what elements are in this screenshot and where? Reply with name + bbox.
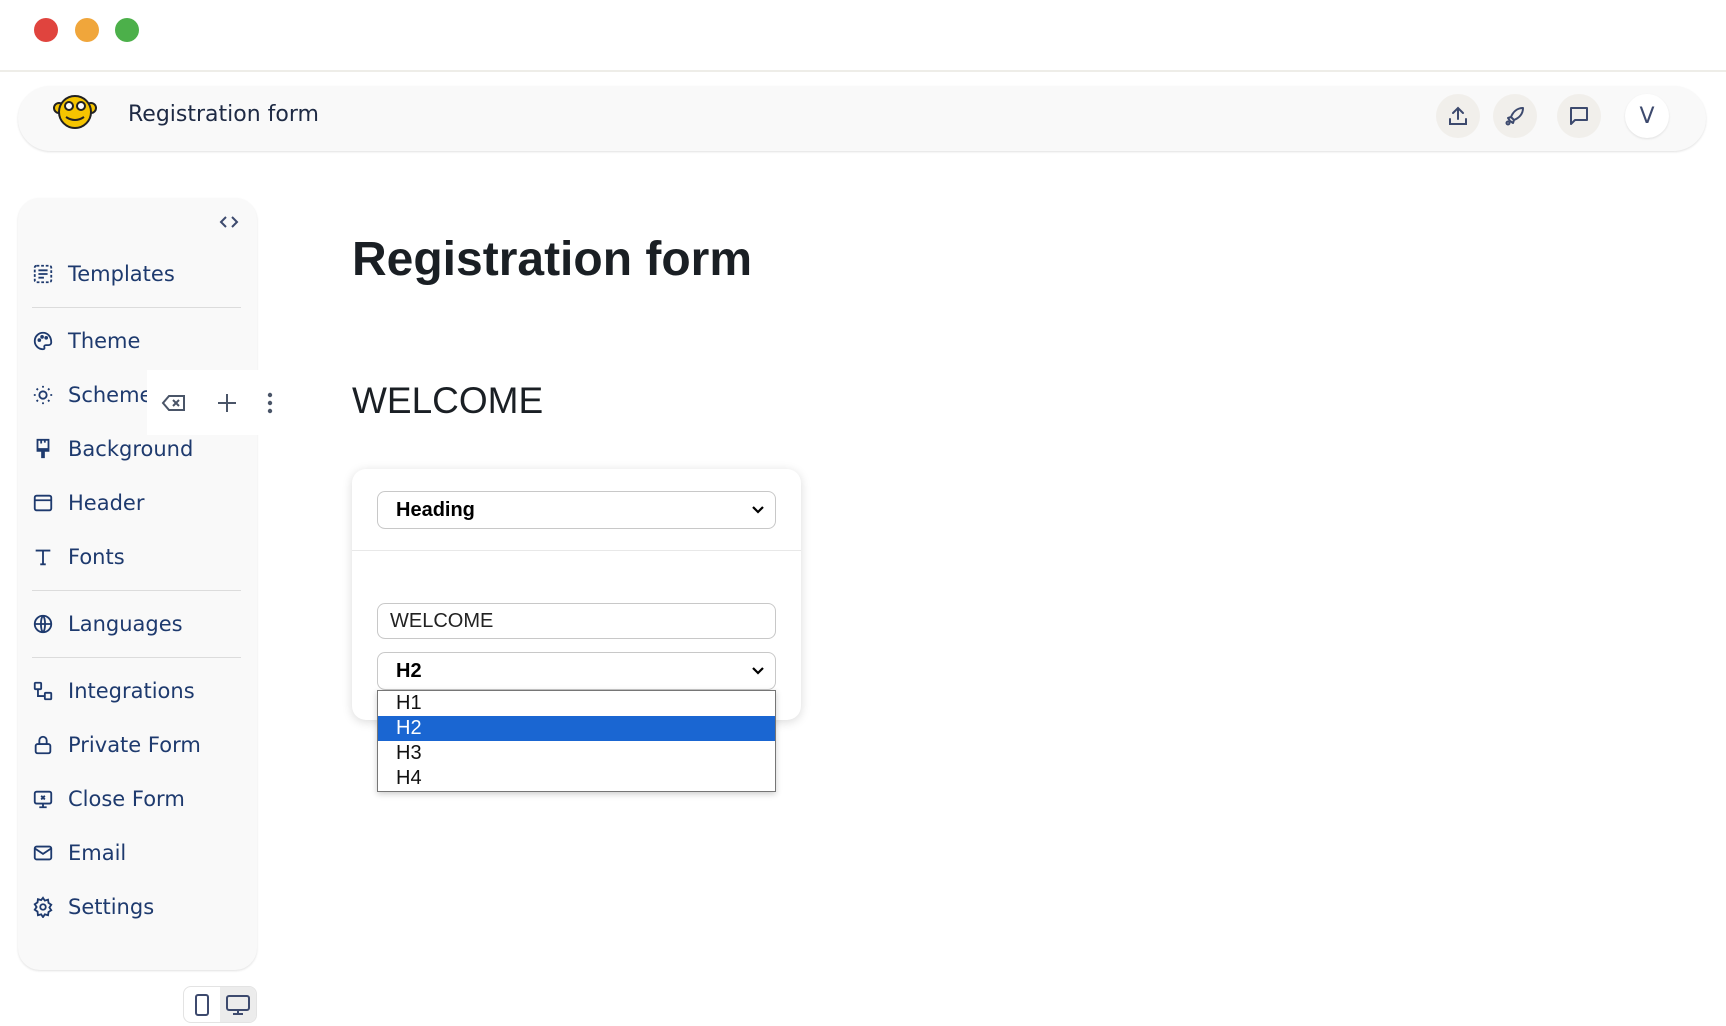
select-value: Heading — [396, 498, 475, 521]
chevron-down-icon — [752, 667, 764, 675]
globe-icon — [33, 614, 53, 634]
option-h1[interactable]: H1 — [378, 691, 775, 716]
code-toggle-icon[interactable] — [219, 214, 239, 230]
sidebar-item-scheme[interactable]: Scheme — [32, 378, 152, 412]
sidebar-item-background[interactable]: Background — [32, 432, 193, 466]
sidebar-item-label: Private Form — [68, 733, 201, 757]
sidebar-item-theme[interactable]: Theme — [32, 324, 140, 358]
sidebar-item-label: Integrations — [68, 679, 195, 703]
divider — [32, 657, 241, 658]
divider — [32, 307, 241, 308]
sidebar-item-label: Close Form — [68, 787, 185, 811]
sidebar-item-label: Scheme — [68, 383, 153, 407]
sidebar-item-templates[interactable]: Templates — [32, 257, 175, 291]
templates-icon — [33, 264, 53, 284]
heading-text-input[interactable]: WELCOME — [377, 603, 776, 639]
integrations-icon — [33, 681, 53, 701]
add-block-icon[interactable] — [216, 392, 238, 414]
phone-icon — [195, 993, 209, 1016]
sidebar-item-label: Theme — [68, 329, 141, 353]
sidebar-item-label: Background — [68, 437, 194, 461]
layout-header-icon — [33, 494, 53, 512]
mail-icon — [33, 845, 53, 861]
sun-moon-icon — [33, 385, 53, 405]
page-title: Registration form — [352, 233, 753, 286]
close-window-button[interactable] — [34, 18, 58, 42]
more-options-icon[interactable] — [267, 392, 273, 414]
sidebar-item-private-form[interactable]: Private Form — [32, 728, 201, 762]
sidebar-item-label: Header — [68, 491, 145, 515]
monkey-logo-icon — [53, 95, 97, 129]
maximize-window-button[interactable] — [115, 18, 139, 42]
launch-button[interactable] — [1493, 94, 1537, 138]
mobile-view-button[interactable] — [184, 987, 220, 1022]
sidebar-item-header[interactable]: Header — [32, 486, 144, 520]
sidebar-item-fonts[interactable]: Fonts — [32, 540, 125, 574]
option-h2[interactable]: H2 — [378, 716, 775, 741]
divider — [0, 70, 1726, 72]
desktop-view-button[interactable] — [220, 987, 256, 1022]
option-h4[interactable]: H4 — [378, 766, 775, 791]
comment-icon — [1570, 107, 1588, 125]
lock-icon — [34, 735, 52, 755]
monitor-icon — [226, 994, 250, 1015]
user-avatar[interactable]: V — [1625, 94, 1669, 138]
welcome-heading[interactable]: WELCOME — [352, 380, 543, 422]
gear-icon — [33, 896, 53, 918]
sidebar-item-close-form[interactable]: Close Form — [32, 782, 185, 816]
sidebar-item-label: Languages — [68, 612, 183, 636]
device-toggle — [183, 986, 257, 1023]
sidebar-item-email[interactable]: Email — [32, 836, 126, 870]
text-icon — [35, 549, 51, 566]
sidebar-item-label: Fonts — [68, 545, 125, 569]
option-h3[interactable]: H3 — [378, 741, 775, 766]
minimize-window-button[interactable] — [75, 18, 99, 42]
sidebar-item-integrations[interactable]: Integrations — [32, 674, 195, 708]
publish-button[interactable] — [1436, 94, 1480, 138]
palette-icon — [33, 331, 53, 351]
divider — [32, 590, 241, 591]
block-toolbar — [147, 370, 287, 435]
heading-level-select[interactable]: H2 — [377, 652, 776, 690]
heading-level-dropdown: H1 H2 H3 H4 — [377, 690, 776, 792]
upload-icon — [1449, 106, 1467, 125]
rocket-icon — [1505, 107, 1524, 126]
paint-brush-icon — [36, 438, 50, 459]
sidebar-item-settings[interactable]: Settings — [32, 890, 154, 924]
block-type-select[interactable]: Heading — [377, 491, 776, 529]
delete-block-icon[interactable] — [161, 393, 187, 413]
sidebar-item-label: Email — [68, 841, 127, 865]
monitor-x-icon — [33, 790, 53, 809]
chevron-down-icon — [752, 506, 764, 514]
comments-button[interactable] — [1557, 94, 1601, 138]
sidebar-item-languages[interactable]: Languages — [32, 607, 183, 641]
sidebar-item-label: Templates — [68, 262, 175, 286]
divider — [352, 550, 801, 551]
sidebar-item-label: Settings — [68, 895, 155, 919]
form-title[interactable]: Registration form — [128, 102, 319, 127]
select-value: H2 — [396, 659, 422, 682]
